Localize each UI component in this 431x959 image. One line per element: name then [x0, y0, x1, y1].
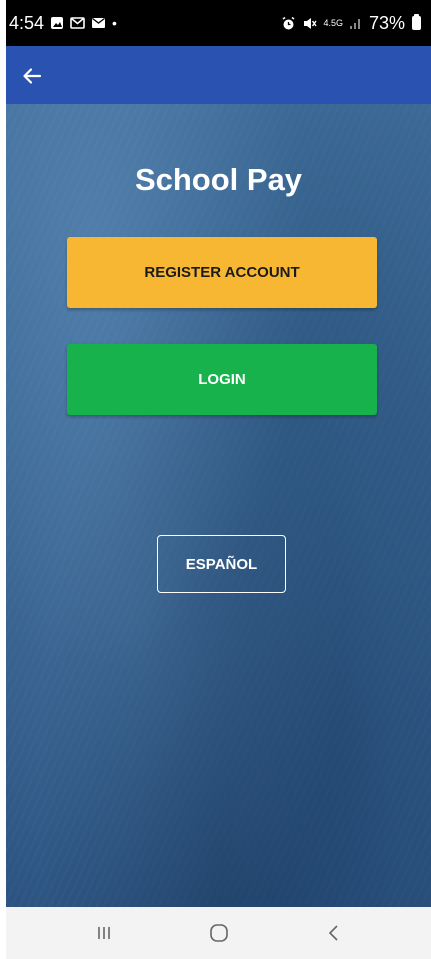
mute-icon — [304, 17, 318, 29]
register-account-button[interactable]: REGISTER ACCOUNT — [67, 237, 377, 308]
alarm-icon — [282, 16, 295, 29]
phone-screen: 4:54 • 4.5G 73% School Pay REGISTER ACCO… — [6, 0, 431, 959]
nav-back-button[interactable] — [314, 913, 354, 953]
status-right: 4.5G 73% — [281, 13, 421, 34]
network-icon: 4.5G — [323, 17, 343, 28]
spanish-language-button[interactable]: ESPAÑOL — [157, 535, 286, 593]
back-button[interactable] — [12, 56, 52, 96]
home-icon — [209, 924, 228, 942]
message-icon — [92, 17, 106, 28]
recent-apps-button[interactable] — [84, 913, 124, 953]
navigation-bar — [6, 907, 431, 959]
gmail-icon — [70, 17, 85, 29]
main-content: School Pay REGISTER ACCOUNT LOGIN ESPAÑO… — [6, 104, 431, 907]
dot-icon: • — [112, 15, 117, 31]
status-left: 4:54 • — [9, 13, 117, 34]
status-time: 4:54 — [9, 12, 45, 33]
app-bar — [6, 46, 431, 104]
arrow-left-icon — [23, 68, 42, 84]
home-button[interactable] — [199, 913, 239, 953]
login-button[interactable]: LOGIN — [67, 344, 377, 415]
status-bar: 4:54 • 4.5G 73% — [6, 0, 431, 46]
recent-apps-icon — [97, 927, 110, 939]
page-title: School Pay — [134, 162, 303, 197]
back-icon — [328, 925, 338, 941]
signal-icon — [349, 19, 360, 29]
gallery-icon — [51, 17, 64, 29]
battery-percent: 73% — [368, 12, 405, 33]
battery-icon — [412, 14, 421, 30]
